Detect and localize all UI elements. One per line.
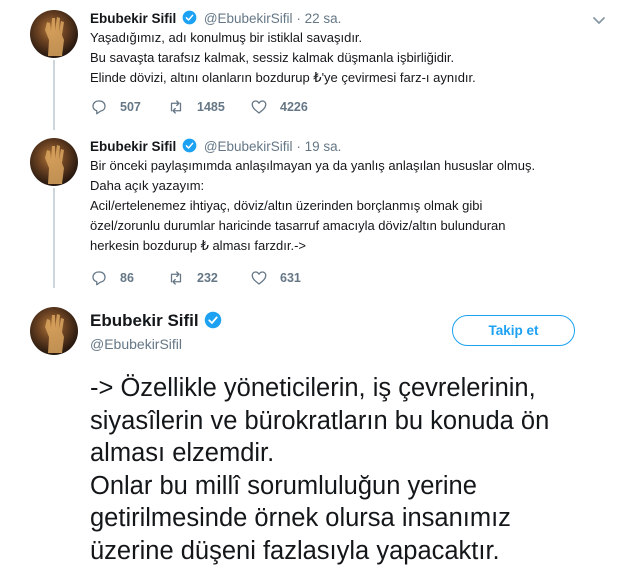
chevron-down-icon[interactable] <box>591 12 607 28</box>
reply-button[interactable]: 86 <box>90 269 134 287</box>
tweet-text: Yaşadığımız, adı konulmuş bir istiklal s… <box>90 28 476 88</box>
verified-badge-icon <box>182 138 197 153</box>
tweet-text-line: alması elzemdir. <box>90 439 275 467</box>
verified-badge-icon <box>182 10 197 25</box>
tweet[interactable]: Ebubekir Sifil @EbubekirSifil · 22 sa. Y… <box>0 10 621 120</box>
tweet-text-line: -> Özellikle yöneticilerin, iş çevreleri… <box>90 374 536 402</box>
tweet-text-line: özel/zorunlu durumlar haricinde tasarruf… <box>90 218 506 233</box>
raised-hand-image <box>45 145 64 184</box>
main-tweet-text: -> Özellikle yöneticilerin, iş çevreleri… <box>90 372 549 567</box>
author-handle[interactable]: @EbubekirSifil <box>204 139 293 154</box>
heart-icon <box>251 100 267 114</box>
like-count: 631 <box>280 271 301 285</box>
avatar[interactable] <box>30 10 78 58</box>
tweet-text-line: Daha açık yazayım: <box>90 178 205 193</box>
retweet-count: 1485 <box>197 100 225 114</box>
reply-icon <box>92 100 106 115</box>
author-name[interactable]: Ebubekir Sifil <box>90 311 199 330</box>
tweet-text-line: getirilmesinde örnek olursa insanımız <box>90 504 511 532</box>
follow-button[interactable]: Takip et <box>452 315 575 346</box>
retweet-icon <box>170 271 182 285</box>
author-handle[interactable]: @EbubekirSifil <box>204 11 293 26</box>
reply-count: 507 <box>120 100 141 114</box>
heart-icon <box>251 271 267 285</box>
tweet-text-line: Acil/ertelenemez ihtiyaç, döviz/altın üz… <box>90 198 483 213</box>
raised-hand-image <box>45 17 64 56</box>
tweet-header: Ebubekir Sifil <box>90 311 225 331</box>
tweet-time[interactable]: 19 sa. <box>305 139 342 154</box>
like-button[interactable]: 631 <box>250 269 301 287</box>
separator-dot: · <box>296 11 301 26</box>
tweet-text-line: Yaşadığımız, adı konulmuş bir istiklal s… <box>90 30 363 45</box>
tweet-text-line: herkesin bozdurup ₺ alması farzdır.-> <box>90 238 307 253</box>
avatar[interactable] <box>30 307 78 355</box>
tweet-time[interactable]: 22 sa. <box>305 11 342 26</box>
reply-button[interactable]: 507 <box>90 98 141 116</box>
like-button[interactable]: 4226 <box>250 98 308 116</box>
author-handle[interactable]: @EbubekirSifil <box>90 336 182 352</box>
separator-dot: · <box>296 139 301 154</box>
retweet-button[interactable]: 232 <box>167 269 218 287</box>
tweet-text-line: Elinde dövizi, altını olanların bozdurup… <box>90 70 476 85</box>
tweet-text-line: siyasîlerin ve bürokratların bu konuda ö… <box>90 406 550 435</box>
retweet-icon <box>170 100 182 114</box>
tweet-header: Ebubekir Sifil @EbubekirSifil · 19 sa. <box>90 138 341 154</box>
raised-hand-image <box>45 314 64 353</box>
retweet-count: 232 <box>197 271 218 285</box>
tweet-text: Bir önceki paylaşımımda anlaşılmayan ya … <box>90 156 535 256</box>
author-name[interactable]: Ebubekir Sifil <box>90 139 176 154</box>
reply-icon <box>92 271 106 286</box>
reply-count: 86 <box>120 271 134 285</box>
like-count: 4226 <box>280 100 308 114</box>
tweet-text-line: üzerine düşeni fazlasıyla yapacaktır. <box>90 536 500 565</box>
tweet-text-line: Onlar bu millî sorumluluğun yerine <box>90 471 477 500</box>
verified-badge-icon <box>205 311 222 329</box>
tweet-header: Ebubekir Sifil @EbubekirSifil · 22 sa. <box>90 10 341 26</box>
tweet-text-line: Bu savaşta tarafsız kalmak, sessiz kalma… <box>90 50 455 65</box>
tweet-text-line: Bir önceki paylaşımımda anlaşılmayan ya … <box>90 158 536 173</box>
avatar[interactable] <box>30 138 78 186</box>
retweet-button[interactable]: 1485 <box>167 98 225 116</box>
tweet[interactable]: Ebubekir Sifil @EbubekirSifil · 19 sa. B… <box>0 138 621 288</box>
author-name[interactable]: Ebubekir Sifil <box>90 11 176 26</box>
